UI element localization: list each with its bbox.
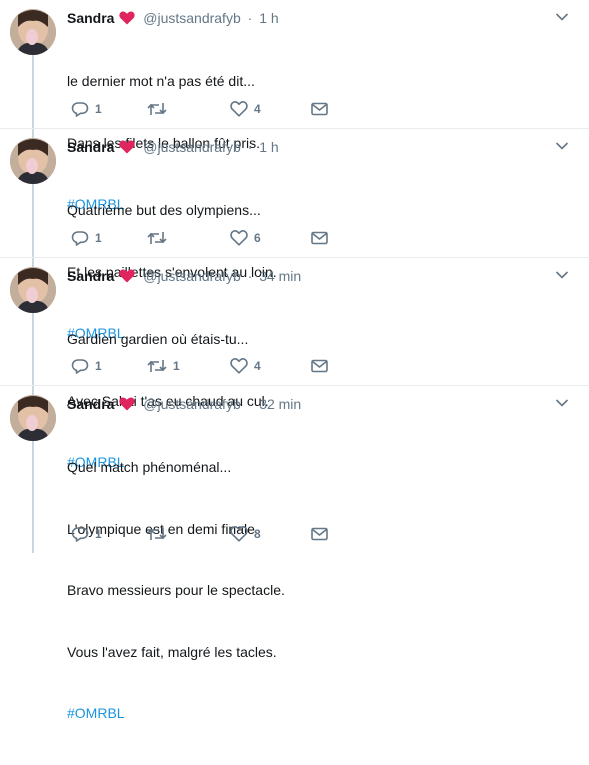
user-handle[interactable]: @justsandrafyb <box>143 268 240 284</box>
direct-message-button[interactable] <box>311 227 328 247</box>
reply-icon <box>71 527 89 542</box>
reply-count: 1 <box>95 101 102 116</box>
red-heart-icon <box>119 140 135 154</box>
tweet-timestamp[interactable]: 1 h <box>259 10 278 26</box>
separator-dot: · <box>247 10 253 26</box>
reply-button[interactable]: 1 <box>71 227 102 247</box>
reply-count: 1 <box>95 358 102 373</box>
reply-button[interactable]: 1 <box>71 523 102 543</box>
tweet-line: Quel match phénoménal... <box>67 459 232 475</box>
display-name[interactable]: Sandra <box>67 139 114 155</box>
tweet-header: Sandra @justsandrafyb · 1 h <box>67 138 279 156</box>
tweet-actions: 1 6 <box>67 227 337 247</box>
tweet[interactable]: Sandra @justsandrafyb · 1 h Quatrième bu… <box>0 129 589 341</box>
thread-line <box>32 386 34 395</box>
hashtag-link[interactable]: #OMRBL <box>67 703 285 724</box>
chevron-down-icon[interactable] <box>555 141 569 151</box>
avatar[interactable] <box>10 138 56 184</box>
user-handle[interactable]: @justsandrafyb <box>143 10 240 26</box>
reply-button[interactable]: 1 <box>71 98 102 118</box>
avatar[interactable] <box>10 267 56 313</box>
display-name[interactable]: Sandra <box>67 268 114 284</box>
chevron-down-icon[interactable] <box>555 270 569 280</box>
tweet-timestamp[interactable]: 32 min <box>259 396 301 412</box>
tweet[interactable]: Sandra @justsandrafyb · 1 h le dernier m… <box>0 0 589 212</box>
tweet-header: Sandra @justsandrafyb · 1 h <box>67 9 279 27</box>
thread-line <box>32 258 34 267</box>
retweet-icon <box>147 359 167 372</box>
retweet-count: 1 <box>173 358 180 373</box>
tweet-line: le dernier mot n'a pas été dit... <box>67 73 255 89</box>
tweet-timestamp[interactable]: 1 h <box>259 139 278 155</box>
reply-button[interactable]: 1 <box>71 355 102 375</box>
display-name[interactable]: Sandra <box>67 396 114 412</box>
like-button[interactable]: 6 <box>230 227 261 247</box>
tweet[interactable]: Sandra @justsandrafyb · 34 min Gardien g… <box>0 258 589 470</box>
avatar[interactable] <box>10 395 56 441</box>
tweet-line: Gardien gardien où étais-tu... <box>67 331 249 347</box>
like-button[interactable]: 4 <box>230 355 261 375</box>
red-heart-icon <box>119 269 135 283</box>
tweet-actions: 1 8 <box>67 523 337 543</box>
like-button[interactable]: 8 <box>230 523 261 543</box>
chevron-down-icon[interactable] <box>555 398 569 408</box>
display-name[interactable]: Sandra <box>67 10 114 26</box>
tweet-text: Quel match phénoménal... L'olympique est… <box>67 416 285 765</box>
retweet-icon <box>147 527 167 540</box>
thread-line <box>32 313 34 385</box>
envelope-icon <box>311 231 328 245</box>
like-count: 6 <box>254 230 261 245</box>
tweet-line: Quatrième but des olympiens... <box>67 202 261 218</box>
like-button[interactable]: 4 <box>230 98 261 118</box>
separator-dot: · <box>247 139 253 155</box>
tweet-actions: 1 1 4 <box>67 355 337 375</box>
avatar[interactable] <box>10 9 56 55</box>
retweet-icon <box>147 102 167 115</box>
reply-count: 1 <box>95 526 102 541</box>
reply-icon <box>71 102 89 117</box>
like-heart-icon <box>230 357 248 374</box>
envelope-icon <box>311 527 328 541</box>
like-heart-icon <box>230 525 248 542</box>
reply-icon <box>71 359 89 374</box>
thread-line <box>32 55 34 128</box>
direct-message-button[interactable] <box>311 98 328 118</box>
envelope-icon <box>311 102 328 116</box>
like-count: 4 <box>254 101 261 116</box>
separator-dot: · <box>247 396 253 412</box>
thread-line <box>32 184 34 257</box>
reply-icon <box>71 231 89 246</box>
red-heart-icon <box>119 11 135 25</box>
tweet-line: Vous l'avez fait, malgré les tacles. <box>67 643 277 660</box>
like-count: 8 <box>254 526 261 541</box>
retweet-button[interactable] <box>147 98 173 118</box>
user-handle[interactable]: @justsandrafyb <box>143 139 240 155</box>
reply-count: 1 <box>95 230 102 245</box>
direct-message-button[interactable] <box>311 523 328 543</box>
thread-line <box>32 129 34 138</box>
user-handle[interactable]: @justsandrafyb <box>143 396 240 412</box>
direct-message-button[interactable] <box>311 355 328 375</box>
like-heart-icon <box>230 100 248 117</box>
separator-dot: · <box>247 268 253 284</box>
like-count: 4 <box>254 358 261 373</box>
envelope-icon <box>311 359 328 373</box>
tweet-header: Sandra @justsandrafyb · 32 min <box>67 395 301 413</box>
thread-line <box>32 441 34 553</box>
chevron-down-icon[interactable] <box>555 12 569 22</box>
tweet-line: Bravo messieurs pour le spectacle. <box>67 582 285 598</box>
tweet[interactable]: Sandra @justsandrafyb · 32 min Quel matc… <box>0 386 589 721</box>
timeline: Sandra @justsandrafyb · 1 h le dernier m… <box>0 0 589 721</box>
retweet-button[interactable]: 1 <box>147 355 180 375</box>
retweet-button[interactable] <box>147 523 173 543</box>
tweet-timestamp[interactable]: 34 min <box>259 268 301 284</box>
retweet-icon <box>147 231 167 244</box>
tweet-actions: 1 4 <box>67 98 337 118</box>
tweet-header: Sandra @justsandrafyb · 34 min <box>67 267 301 285</box>
red-heart-icon <box>119 397 135 411</box>
retweet-button[interactable] <box>147 227 173 247</box>
like-heart-icon <box>230 229 248 246</box>
